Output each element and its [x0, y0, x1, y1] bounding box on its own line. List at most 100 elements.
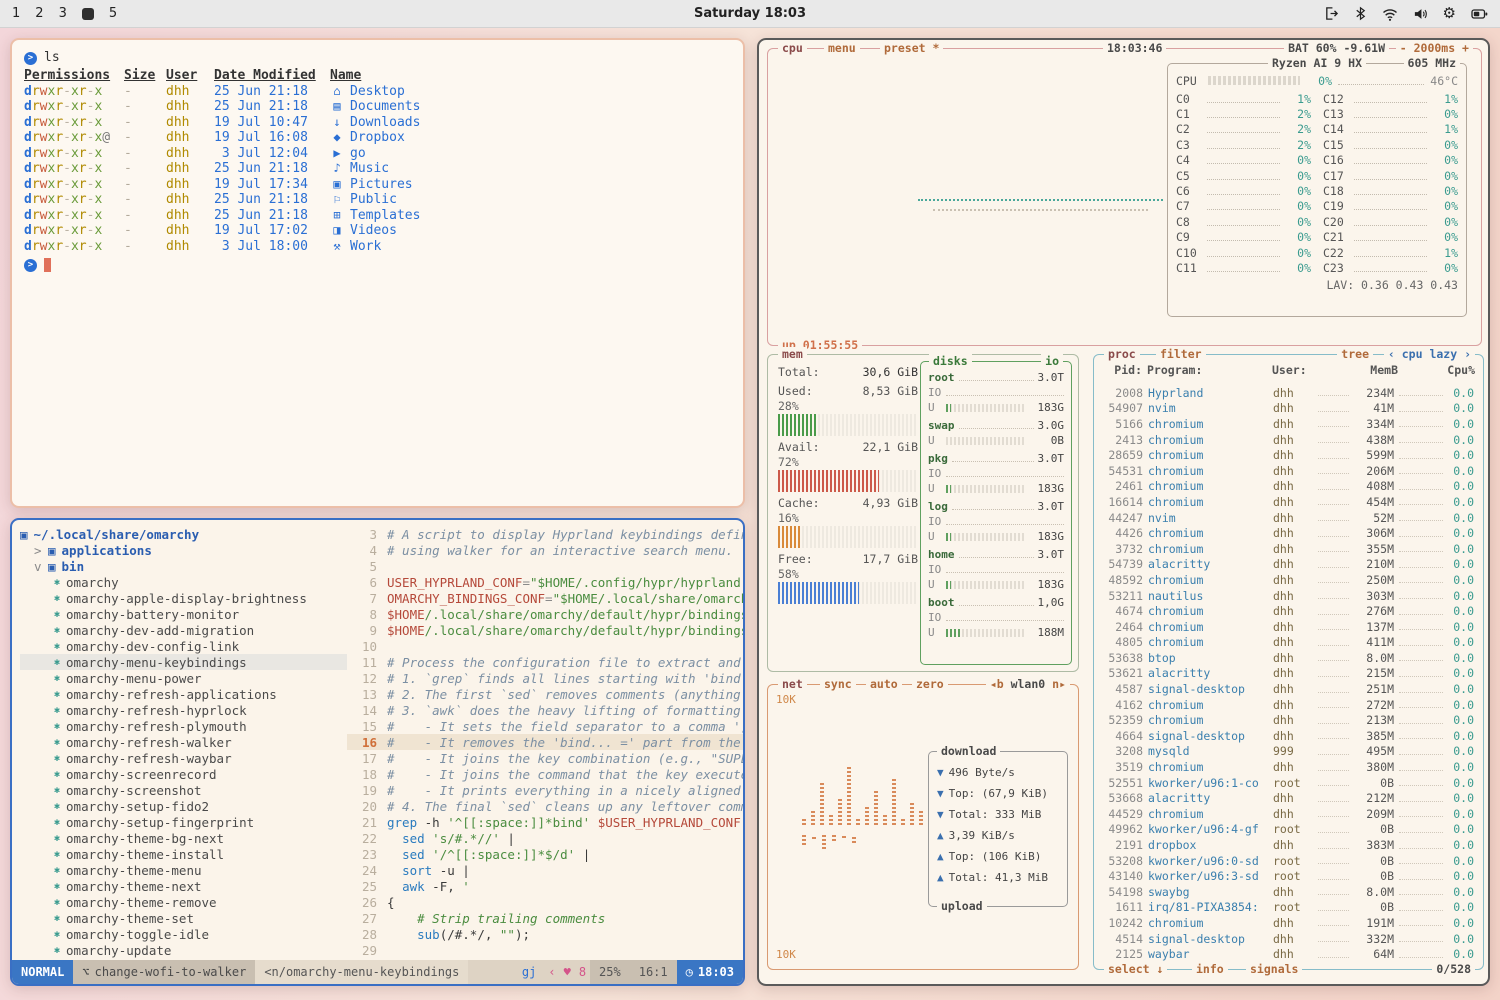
battery-icon[interactable]	[1471, 8, 1488, 20]
header-memory[interactable]: MemB	[1354, 363, 1398, 377]
tree-file-item[interactable]: ✱ omarchy-dev-add-migration	[20, 622, 347, 638]
process-row[interactable]: 2464 chromium dhh 137M 0.0	[1098, 619, 1479, 635]
tree-file-item[interactable]: ✱ omarchy-refresh-walker	[20, 734, 347, 750]
net-box-title[interactable]: net	[778, 677, 807, 692]
process-row[interactable]: 2461 chromium dhh 408M 0.0	[1098, 479, 1479, 495]
tree-file-item[interactable]: ✱ omarchy-refresh-plymouth	[20, 718, 347, 734]
process-row[interactable]: 48592 chromium dhh 250M 0.0	[1098, 572, 1479, 588]
tree-toggle[interactable]: tree	[1337, 347, 1373, 362]
wifi-icon[interactable]	[1382, 7, 1398, 21]
io-mode-toggle[interactable]: io	[1041, 354, 1063, 369]
tree-file-item[interactable]: ✱ omarchy-theme-bg-next	[20, 830, 347, 846]
net-auto-toggle[interactable]: auto	[866, 677, 902, 692]
neovim-window[interactable]: ▣ ~/.local/share/omarchy > ▣ application…	[10, 518, 745, 986]
signals-control[interactable]: signals	[1246, 962, 1302, 977]
process-row[interactable]: 52359 chromium dhh 213M 0.0	[1098, 712, 1479, 728]
code-editor[interactable]: 3# A script to display Hyprland keybindi…	[347, 520, 743, 960]
process-row[interactable]: 44247 nvim dhh 52M 0.0	[1098, 510, 1479, 526]
process-row[interactable]: 2008 Hyprland dhh 234M 0.0	[1098, 385, 1479, 401]
tree-root[interactable]: ▣ ~/.local/share/omarchy	[20, 526, 347, 542]
net-interface-selector[interactable]: ◂b wlan0 n▸	[986, 677, 1070, 692]
header-program[interactable]: Program:	[1147, 363, 1267, 377]
tree-file-item[interactable]: ✱ omarchy-screenrecord	[20, 766, 347, 782]
tree-file-item[interactable]: ✱ omarchy-refresh-hyprlock	[20, 702, 347, 718]
net-sync-toggle[interactable]: sync	[820, 677, 856, 692]
process-row[interactable]: 1611 irq/81-PIXA3854: root 0B 0.0	[1098, 900, 1479, 916]
process-row[interactable]: 53211 nautilus dhh 303M 0.0	[1098, 588, 1479, 604]
process-row[interactable]: 4805 chromium dhh 411M 0.0	[1098, 635, 1479, 651]
tree-file-item[interactable]: ✱ omarchy-theme-install	[20, 846, 347, 862]
process-row[interactable]: 3519 chromium dhh 380M 0.0	[1098, 759, 1479, 775]
tree-file-item[interactable]: ✱ omarchy-theme-set	[20, 910, 347, 926]
process-row[interactable]: 49962 kworker/u96:4-gf root 0B 0.0	[1098, 822, 1479, 838]
header-cpu[interactable]: Cpu%	[1403, 363, 1475, 377]
tree-file-item[interactable]: ✱ omarchy-refresh-waybar	[20, 750, 347, 766]
prompt-line[interactable]	[24, 257, 731, 273]
iface-next-key[interactable]: n▸	[1052, 677, 1066, 691]
net-zero-toggle[interactable]: zero	[912, 677, 948, 692]
workspace-button[interactable]	[82, 8, 94, 20]
process-row[interactable]: 52551 kworker/u96:1-co root 0B 0.0	[1098, 775, 1479, 791]
disks-box-title[interactable]: disks	[929, 354, 972, 369]
settings-gear-icon[interactable]: ⚙	[1443, 6, 1456, 21]
cpu-box-title[interactable]: cpu	[778, 41, 807, 56]
header-pid[interactable]: Pid:	[1102, 363, 1142, 377]
bluetooth-icon[interactable]	[1354, 6, 1367, 21]
logout-icon[interactable]	[1324, 6, 1339, 21]
process-row[interactable]: 53621 alacritty dhh 215M 0.0	[1098, 666, 1479, 682]
process-row[interactable]: 2413 chromium dhh 438M 0.0	[1098, 432, 1479, 448]
terminal-window[interactable]: ls Permissions Size User Date Modified N…	[10, 38, 745, 508]
workspace-button[interactable]: 3	[59, 6, 67, 21]
tree-file-item[interactable]: ✱ omarchy-theme-menu	[20, 862, 347, 878]
filter-button[interactable]: filter	[1156, 347, 1206, 362]
process-row[interactable]: 4162 chromium dhh 272M 0.0	[1098, 697, 1479, 713]
process-row[interactable]: 43140 kworker/u96:3-sd root 0B 0.0	[1098, 868, 1479, 884]
header-user[interactable]: User:	[1272, 363, 1312, 377]
process-row[interactable]: 53638 btop dhh 8.0M 0.0	[1098, 650, 1479, 666]
tree-dir-item[interactable]: v ▣ bin	[20, 558, 347, 574]
tree-file-item[interactable]: ✱ omarchy-menu-keybindings	[20, 654, 347, 670]
volume-icon[interactable]	[1413, 7, 1428, 21]
process-row[interactable]: 4664 signal-desktop dhh 385M 0.0	[1098, 728, 1479, 744]
menu-button[interactable]: menu	[824, 41, 860, 56]
mem-box-title[interactable]: mem	[778, 347, 807, 362]
workspace-button[interactable]: 2	[35, 6, 43, 21]
process-row[interactable]: 2191 dropbox dhh 383M 0.0	[1098, 837, 1479, 853]
process-row[interactable]: 3208 mysqld 999 495M 0.0	[1098, 744, 1479, 760]
tree-file-item[interactable]: ✱ omarchy-refresh-applications	[20, 686, 347, 702]
tree-file-item[interactable]: ✱ omarchy-battery-monitor	[20, 606, 347, 622]
tree-file-item[interactable]: ✱ omarchy-theme-remove	[20, 894, 347, 910]
process-row[interactable]: 5166 chromium dhh 334M 0.0	[1098, 416, 1479, 432]
tree-dir-item[interactable]: > ▣ applications	[20, 542, 347, 558]
tree-file-item[interactable]: ✱ omarchy-toggle-idle	[20, 926, 347, 942]
process-row[interactable]: 44529 chromium dhh 209M 0.0	[1098, 806, 1479, 822]
refresh-rate-control[interactable]: - 2000ms +	[1396, 41, 1473, 56]
process-row[interactable]: 2125 waybar dhh 64M 0.0	[1098, 946, 1479, 961]
tree-file-item[interactable]: ✱ omarchy-menu-power	[20, 670, 347, 686]
workspace-button[interactable]: 1	[12, 6, 20, 21]
tree-file-item[interactable]: ✱ omarchy-update	[20, 942, 347, 958]
process-row[interactable]: 54198 swaybg dhh 8.0M 0.0	[1098, 884, 1479, 900]
tree-file-item[interactable]: ✱ omarchy-screenshot	[20, 782, 347, 798]
process-row[interactable]: 28659 chromium dhh 599M 0.0	[1098, 447, 1479, 463]
process-row[interactable]: 10242 chromium dhh 191M 0.0	[1098, 915, 1479, 931]
process-row[interactable]: 4587 signal-desktop dhh 251M 0.0	[1098, 681, 1479, 697]
tree-file-item[interactable]: ✱ omarchy-dev-config-link	[20, 638, 347, 654]
process-row[interactable]: 4674 chromium dhh 276M 0.0	[1098, 603, 1479, 619]
workspace-button[interactable]: 5	[109, 6, 117, 21]
process-row[interactable]: 16614 chromium dhh 454M 0.0	[1098, 494, 1479, 510]
process-row[interactable]: 3732 chromium dhh 355M 0.0	[1098, 541, 1479, 557]
sort-selector[interactable]: ‹ cpu lazy ›	[1384, 347, 1475, 362]
tree-file-item[interactable]: ✱ omarchy	[20, 574, 347, 590]
select-control[interactable]: select ↓	[1104, 962, 1167, 977]
info-control[interactable]: info	[1192, 962, 1228, 977]
process-row[interactable]: 54531 chromium dhh 206M 0.0	[1098, 463, 1479, 479]
process-row[interactable]: 4514 signal-desktop dhh 332M 0.0	[1098, 931, 1479, 947]
process-row[interactable]: 4426 chromium dhh 306M 0.0	[1098, 525, 1479, 541]
proc-box-title[interactable]: proc	[1104, 347, 1140, 362]
process-row[interactable]: 53208 kworker/u96:0-sd root 0B 0.0	[1098, 853, 1479, 869]
process-row[interactable]: 54739 alacritty dhh 210M 0.0	[1098, 557, 1479, 573]
process-row[interactable]: 54907 nvim dhh 41M 0.0	[1098, 401, 1479, 417]
tree-file-item[interactable]: ✱ omarchy-setup-fingerprint	[20, 814, 347, 830]
tree-file-item[interactable]: ✱ omarchy-apple-display-brightness	[20, 590, 347, 606]
